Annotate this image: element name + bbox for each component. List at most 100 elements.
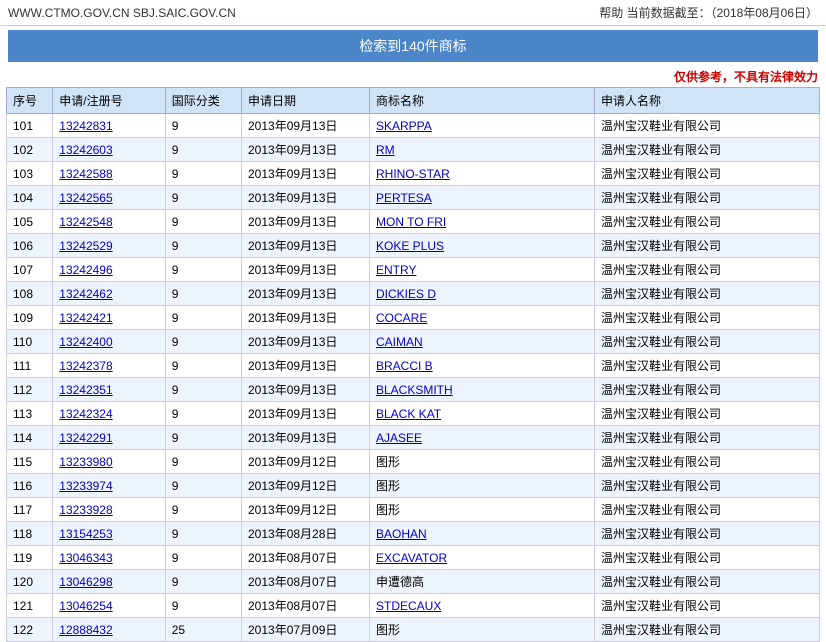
table-cell[interactable]: 13233980 bbox=[53, 450, 165, 474]
table-cell: 2013年09月13日 bbox=[242, 402, 370, 426]
trademark-name-link[interactable]: KOKE PLUS bbox=[376, 239, 444, 253]
table-cell[interactable]: BLACK KAT bbox=[370, 402, 595, 426]
app-number-link[interactable]: 12888432 bbox=[59, 623, 112, 637]
table-cell[interactable]: AJASEE bbox=[370, 426, 595, 450]
app-number-link[interactable]: 13242400 bbox=[59, 335, 112, 349]
top-bar-right: 帮助 当前数据截至：（2018年08月06日） bbox=[599, 4, 818, 21]
table-cell[interactable]: 13242400 bbox=[53, 330, 165, 354]
table-cell[interactable]: 13242548 bbox=[53, 210, 165, 234]
trademark-name-link[interactable]: SKARPPA bbox=[376, 119, 432, 133]
app-number-link[interactable]: 13242351 bbox=[59, 383, 112, 397]
trademark-name-link[interactable]: BRACCI B bbox=[376, 359, 433, 373]
app-number-link[interactable]: 13233974 bbox=[59, 479, 112, 493]
table-cell[interactable]: COCARE bbox=[370, 306, 595, 330]
app-number-link[interactable]: 13242831 bbox=[59, 119, 112, 133]
trademark-name-link[interactable]: PERTESA bbox=[376, 191, 432, 205]
app-number-link[interactable]: 13242565 bbox=[59, 191, 112, 205]
table-cell: 107 bbox=[7, 258, 53, 282]
table-cell[interactable]: MON TO FRI bbox=[370, 210, 595, 234]
table-cell[interactable]: BRACCI B bbox=[370, 354, 595, 378]
app-number-link[interactable]: 13233980 bbox=[59, 455, 112, 469]
trademark-name-link[interactable]: BLACKSMITH bbox=[376, 383, 453, 397]
table-cell: 2013年09月13日 bbox=[242, 354, 370, 378]
app-number-link[interactable]: 13242529 bbox=[59, 239, 112, 253]
table-cell[interactable]: 13233928 bbox=[53, 498, 165, 522]
app-number-link[interactable]: 13242378 bbox=[59, 359, 112, 373]
table-row: 1121324235192013年09月13日BLACKSMITH温州宝汉鞋业有… bbox=[7, 378, 820, 402]
table-cell: 110 bbox=[7, 330, 53, 354]
table-cell[interactable]: 13046254 bbox=[53, 594, 165, 618]
trademark-name-link[interactable]: COCARE bbox=[376, 311, 427, 325]
table-cell[interactable]: 13242351 bbox=[53, 378, 165, 402]
table-cell: 2013年09月13日 bbox=[242, 234, 370, 258]
app-number-link[interactable]: 13242421 bbox=[59, 311, 112, 325]
table-cell[interactable]: EXCAVATOR bbox=[370, 546, 595, 570]
trademark-name-link[interactable]: AJASEE bbox=[376, 431, 422, 445]
table-cell[interactable]: 13233974 bbox=[53, 474, 165, 498]
table-cell[interactable]: RM bbox=[370, 138, 595, 162]
table-cell[interactable]: BLACKSMITH bbox=[370, 378, 595, 402]
table-cell[interactable]: 13242462 bbox=[53, 282, 165, 306]
table-cell[interactable]: 13242565 bbox=[53, 186, 165, 210]
trademark-name-link[interactable]: ENTRY bbox=[376, 263, 416, 277]
trademark-name-link[interactable]: MON TO FRI bbox=[376, 215, 446, 229]
trademark-name-link[interactable]: RM bbox=[376, 143, 395, 157]
table-cell[interactable]: 13242291 bbox=[53, 426, 165, 450]
table-cell[interactable]: 12888432 bbox=[53, 618, 165, 642]
trademark-name-link[interactable]: BAOHAN bbox=[376, 527, 427, 541]
table-cell[interactable]: DICKIES D bbox=[370, 282, 595, 306]
app-number-link[interactable]: 13233928 bbox=[59, 503, 112, 517]
table-cell: 2013年07月09日 bbox=[242, 618, 370, 642]
table-cell: 温州宝汉鞋业有限公司 bbox=[594, 162, 819, 186]
app-number-link[interactable]: 13242588 bbox=[59, 167, 112, 181]
table-cell[interactable]: RHINO-STAR bbox=[370, 162, 595, 186]
table-cell[interactable]: ENTRY bbox=[370, 258, 595, 282]
trademark-name-link[interactable]: CAIMAN bbox=[376, 335, 423, 349]
top-bar-left: WWW.CTMO.GOV.CN SBJ.SAIC.GOV.CN bbox=[8, 6, 236, 20]
table-cell[interactable]: 13242603 bbox=[53, 138, 165, 162]
app-number-link[interactable]: 13242291 bbox=[59, 431, 112, 445]
table-cell[interactable]: KOKE PLUS bbox=[370, 234, 595, 258]
trademark-name-link[interactable]: EXCAVATOR bbox=[376, 551, 447, 565]
table-cell[interactable]: 13242421 bbox=[53, 306, 165, 330]
warning-text: 仅供参考，不具有法律效力 bbox=[674, 70, 818, 84]
app-number-link[interactable]: 13046254 bbox=[59, 599, 112, 613]
table-cell: 9 bbox=[165, 282, 241, 306]
table-cell[interactable]: CAIMAN bbox=[370, 330, 595, 354]
table-cell: 图形 bbox=[370, 498, 595, 522]
table-cell[interactable]: 13242529 bbox=[53, 234, 165, 258]
table-cell[interactable]: 13046298 bbox=[53, 570, 165, 594]
table-row: 1081324246292013年09月13日DICKIES D温州宝汉鞋业有限… bbox=[7, 282, 820, 306]
table-cell[interactable]: 13242588 bbox=[53, 162, 165, 186]
app-number-link[interactable]: 13242496 bbox=[59, 263, 112, 277]
table-cell[interactable]: 13242831 bbox=[53, 114, 165, 138]
app-number-link[interactable]: 13242548 bbox=[59, 215, 112, 229]
table-cell[interactable]: 13154253 bbox=[53, 522, 165, 546]
table-cell: 2013年08月07日 bbox=[242, 594, 370, 618]
table-cell: 温州宝汉鞋业有限公司 bbox=[594, 354, 819, 378]
table-cell: 9 bbox=[165, 570, 241, 594]
app-number-link[interactable]: 13046343 bbox=[59, 551, 112, 565]
table-cell[interactable]: SKARPPA bbox=[370, 114, 595, 138]
table-cell[interactable]: 13242496 bbox=[53, 258, 165, 282]
result-count-text: 检索到140件商标 bbox=[359, 38, 466, 54]
table-row: 1071324249692013年09月13日ENTRY温州宝汉鞋业有限公司 bbox=[7, 258, 820, 282]
table-cell[interactable]: STDECAUX bbox=[370, 594, 595, 618]
trademark-name-link[interactable]: DICKIES D bbox=[376, 287, 436, 301]
app-number-link[interactable]: 13242462 bbox=[59, 287, 112, 301]
app-number-link[interactable]: 13242603 bbox=[59, 143, 112, 157]
app-number-link[interactable]: 13046298 bbox=[59, 575, 112, 589]
trademark-name-link[interactable]: RHINO-STAR bbox=[376, 167, 450, 181]
table-cell[interactable]: 13242378 bbox=[53, 354, 165, 378]
app-number-link[interactable]: 13154253 bbox=[59, 527, 112, 541]
table-cell[interactable]: PERTESA bbox=[370, 186, 595, 210]
app-number-link[interactable]: 13242324 bbox=[59, 407, 112, 421]
table-cell: 温州宝汉鞋业有限公司 bbox=[594, 618, 819, 642]
table-cell[interactable]: BAOHAN bbox=[370, 522, 595, 546]
table-row: 1141324229192013年09月13日AJASEE温州宝汉鞋业有限公司 bbox=[7, 426, 820, 450]
warning-bar: 仅供参考，不具有法律效力 bbox=[0, 66, 826, 87]
trademark-name-link[interactable]: BLACK KAT bbox=[376, 407, 441, 421]
table-cell[interactable]: 13242324 bbox=[53, 402, 165, 426]
trademark-name-link[interactable]: STDECAUX bbox=[376, 599, 441, 613]
table-cell[interactable]: 13046343 bbox=[53, 546, 165, 570]
